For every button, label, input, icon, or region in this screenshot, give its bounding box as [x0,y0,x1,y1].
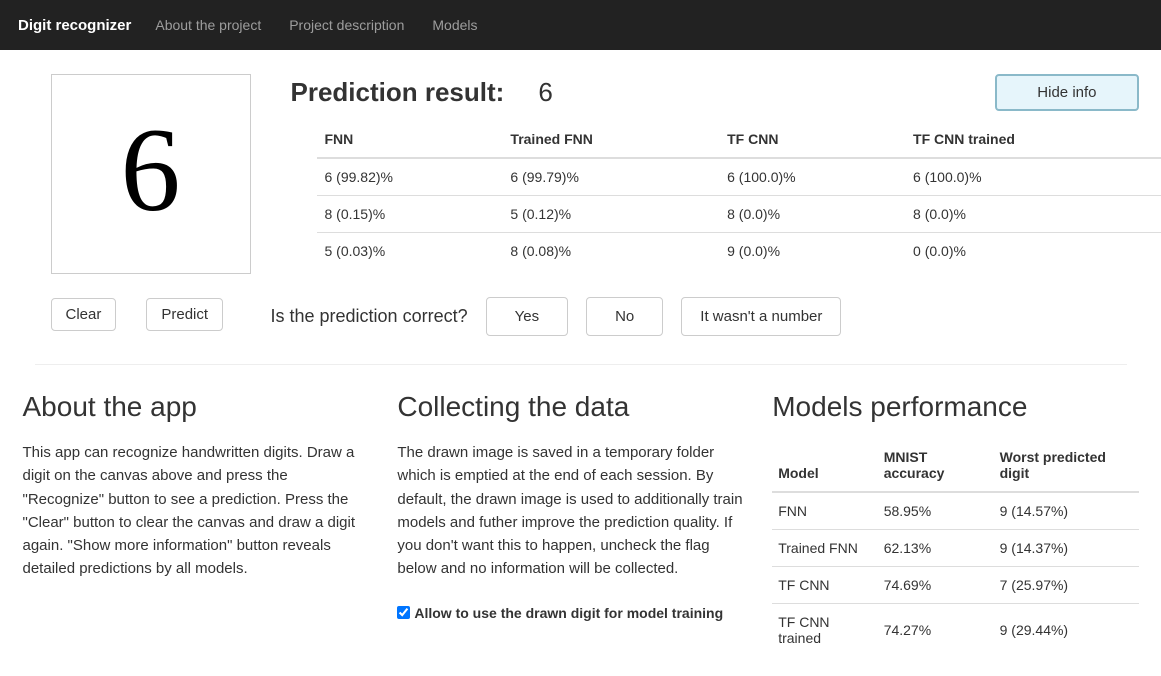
pred-col-tf-cnn: TF CNN [719,123,905,158]
clear-button[interactable]: Clear [51,298,117,331]
hide-info-button[interactable]: Hide info [995,74,1138,111]
nav-link-about[interactable]: About the project [155,17,261,33]
drawing-canvas[interactable]: 6 [51,74,251,274]
collecting-section: Collecting the data The drawn image is s… [397,391,746,656]
perf-col-model: Model [772,441,877,492]
table-row: TF CNN trained 74.27% 9 (29.44%) [772,604,1138,657]
performance-table: Model MNIST accuracy Worst predicted dig… [772,441,1138,656]
nav-link-models[interactable]: Models [432,17,477,33]
table-row: 8 (0.15)% 5 (0.12)% 8 (0.0)% 8 (0.0)% [317,196,1161,233]
performance-section: Models performance Model MNIST accuracy … [772,391,1138,656]
prediction-result-title: Prediction result: [291,77,505,108]
pred-col-tf-cnn-trained: TF CNN trained [905,123,1161,158]
table-row: TF CNN 74.69% 7 (25.97%) [772,567,1138,604]
predict-button[interactable]: Predict [146,298,223,331]
allow-training-checkbox[interactable] [397,606,410,619]
drawn-digit: 6 [121,110,181,230]
navbar: Digit recognizer About the project Proje… [0,0,1161,50]
perf-col-worst: Worst predicted digit [994,441,1139,492]
collecting-body: The drawn image is saved in a temporary … [397,441,746,581]
yes-button[interactable]: Yes [486,297,568,336]
feedback-question: Is the prediction correct? [271,306,468,327]
perf-col-accuracy: MNIST accuracy [878,441,994,492]
allow-training-label: Allow to use the drawn digit for model t… [414,605,723,621]
about-section: About the app This app can recognize han… [23,391,372,656]
navbar-brand[interactable]: Digit recognizer [18,17,131,34]
not-number-button[interactable]: It wasn't a number [681,297,841,336]
table-row: 5 (0.03)% 8 (0.08)% 9 (0.0)% 0 (0.0)% [317,233,1161,270]
nav-link-description[interactable]: Project description [289,17,404,33]
collecting-heading: Collecting the data [397,391,746,423]
table-row: FNN 58.95% 9 (14.57%) [772,492,1138,530]
pred-col-fnn: FNN [317,123,503,158]
table-row: Trained FNN 62.13% 9 (14.37%) [772,530,1138,567]
performance-heading: Models performance [772,391,1138,423]
pred-col-trained-fnn: Trained FNN [502,123,719,158]
no-button[interactable]: No [586,297,663,336]
divider [35,364,1127,365]
prediction-result-value: 6 [538,77,552,108]
table-row: 6 (99.82)% 6 (99.79)% 6 (100.0)% 6 (100.… [317,158,1161,196]
predictions-table: FNN Trained FNN TF CNN TF CNN trained 6 … [317,123,1161,269]
about-body: This app can recognize handwritten digit… [23,441,372,581]
about-heading: About the app [23,391,372,423]
